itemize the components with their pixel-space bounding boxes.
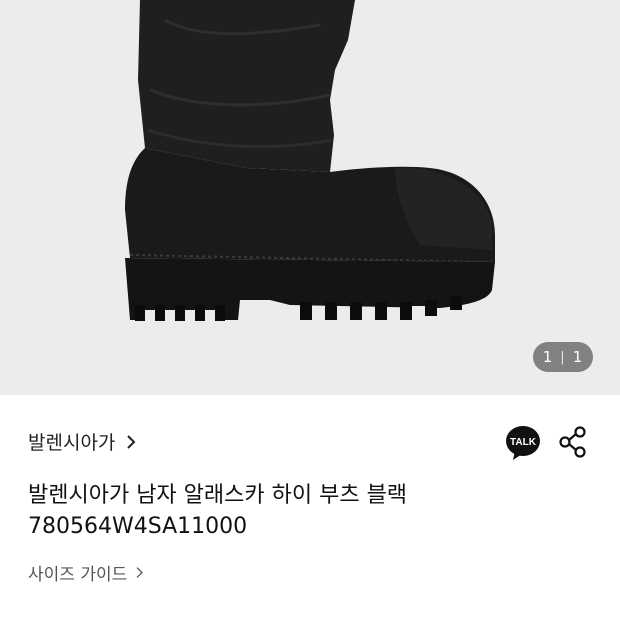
- talk-label: TALK: [510, 437, 537, 448]
- chevron-right-icon: [127, 434, 136, 449]
- brand-link[interactable]: 발렌시아가: [28, 428, 139, 455]
- product-code: 780564W4SA11000: [28, 514, 248, 539]
- size-guide-link[interactable]: 사이즈 가이드: [28, 560, 146, 585]
- image-counter-current: 1: [542, 348, 554, 366]
- product-title: 발렌시아가 남자 알래스카 하이 부츠 블랙 780564W4SA11000: [28, 480, 407, 542]
- image-counter: 1 | 1: [533, 342, 593, 372]
- size-guide-label: 사이즈 가이드: [28, 565, 128, 585]
- kakao-talk-icon[interactable]: TALK: [505, 425, 541, 461]
- share-icon[interactable]: [558, 426, 588, 458]
- product-image: [125, 0, 495, 322]
- product-image-gallery[interactable]: 1 | 1: [0, 0, 620, 395]
- chevron-right-icon: [136, 567, 144, 578]
- image-counter-separator: |: [560, 349, 566, 365]
- product-title-name: 발렌시아가 남자 알래스카 하이 부츠 블랙: [28, 483, 408, 508]
- brand-name: 발렌시아가: [28, 432, 116, 454]
- image-counter-total: 1: [572, 348, 584, 366]
